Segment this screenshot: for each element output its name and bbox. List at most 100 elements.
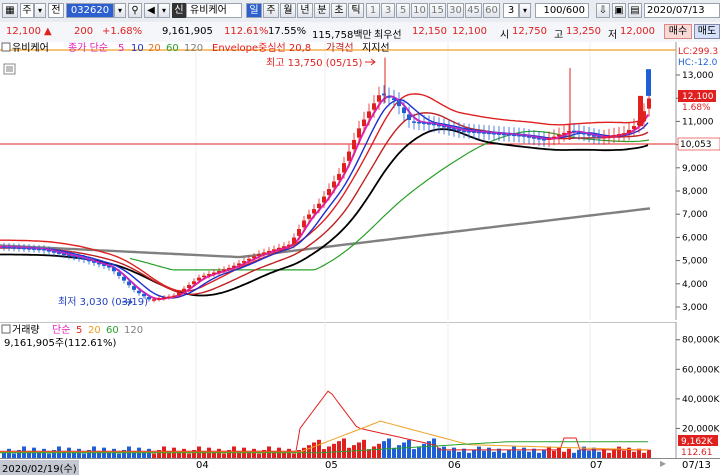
candle-body bbox=[432, 123, 436, 126]
code-dropdown-icon[interactable]: ▾ bbox=[114, 3, 126, 18]
interval-5-button[interactable]: 5 bbox=[396, 3, 410, 18]
period-tick-button[interactable]: 틱 bbox=[348, 3, 364, 18]
candle-body bbox=[597, 136, 601, 138]
candle-body bbox=[32, 248, 36, 250]
interval-60-button[interactable]: 60 bbox=[483, 3, 500, 18]
candle-body bbox=[7, 246, 11, 249]
interval-30-button[interactable]: 30 bbox=[447, 3, 464, 18]
candle-body bbox=[442, 126, 446, 128]
candle-body bbox=[572, 130, 576, 133]
candle-body bbox=[282, 246, 286, 248]
volume-legend-toggle-icon[interactable] bbox=[1, 324, 11, 334]
speaker-icon[interactable]: ◀ bbox=[144, 3, 158, 18]
candle-body bbox=[557, 134, 561, 137]
period-week-button[interactable]: 주 bbox=[263, 3, 279, 18]
interval-15-button[interactable]: 15 bbox=[429, 3, 446, 18]
volume-bar bbox=[182, 448, 186, 458]
period-day-button[interactable]: 일 bbox=[246, 3, 262, 18]
volume-bar bbox=[252, 448, 256, 458]
save-icon[interactable]: ▣ bbox=[612, 3, 626, 18]
candle-body bbox=[607, 135, 611, 138]
candle-body bbox=[372, 103, 376, 110]
candle-body bbox=[392, 98, 396, 101]
candle-body bbox=[412, 121, 416, 123]
legend-ma10: 10 bbox=[131, 43, 144, 54]
type-select[interactable]: 주 bbox=[20, 3, 34, 18]
scroll-end-icon[interactable]: ▸ bbox=[660, 456, 666, 470]
volume-bar bbox=[512, 446, 516, 458]
current-volume-text: 9,162K bbox=[681, 437, 714, 447]
volume-bar bbox=[547, 446, 551, 458]
sell-button[interactable]: 매도 bbox=[694, 24, 720, 39]
mode-select[interactable]: 전 bbox=[48, 3, 64, 18]
candle-body bbox=[627, 129, 631, 133]
price-tick-label: 9,000 bbox=[682, 164, 708, 174]
candle-body bbox=[387, 95, 391, 98]
end-date-label: 07/13 bbox=[682, 460, 711, 471]
count-input[interactable]: 100/600 bbox=[535, 3, 589, 18]
price-chart[interactable]: 유비케어 종가 단순 5 10 20 60 120 Envelope중심선 20… bbox=[0, 42, 720, 320]
stock-name: 유비케어 bbox=[186, 3, 242, 18]
toolbar: ▦ 주 ▾ 전 032620 ▾ ⚲ ◀ ▾ 신 유비케어 일 주 월 년 분 … bbox=[0, 0, 720, 23]
interval-dropdown-icon[interactable]: ▾ bbox=[519, 3, 531, 18]
candle-body bbox=[622, 133, 626, 135]
interval-3-button[interactable]: 3 bbox=[381, 3, 395, 18]
date-input[interactable]: 2020/07/13 bbox=[644, 3, 720, 18]
download-icon[interactable]: ⇩ bbox=[596, 3, 610, 18]
volume-bar bbox=[617, 446, 621, 458]
volume-pct: 112.61% bbox=[224, 26, 269, 37]
volume-legend-label: 거래량 bbox=[12, 324, 40, 336]
candle-body bbox=[602, 136, 606, 139]
speaker-dropdown-icon[interactable]: ▾ bbox=[158, 3, 170, 18]
volume-bar bbox=[567, 448, 571, 458]
low-annotation: 최저 3,030 (03/19) bbox=[58, 296, 148, 308]
candle-body bbox=[422, 122, 426, 125]
candle-body bbox=[312, 209, 316, 214]
type-dropdown-icon[interactable]: ▾ bbox=[34, 3, 46, 18]
candle-body bbox=[582, 133, 586, 135]
candle-body bbox=[492, 133, 496, 135]
interval-10-button[interactable]: 10 bbox=[411, 3, 428, 18]
period-second-button[interactable]: 초 bbox=[331, 3, 347, 18]
candle-body bbox=[92, 261, 96, 263]
candle-body bbox=[287, 244, 291, 247]
candle-body bbox=[407, 114, 411, 121]
volume-bar bbox=[542, 449, 546, 458]
volume-legend-ma-label: 단순 bbox=[52, 324, 70, 336]
volume-bar bbox=[472, 449, 476, 458]
current-pct-text: 1.68% bbox=[682, 103, 711, 113]
grid-icon[interactable]: ▦ bbox=[2, 3, 18, 18]
price-tick-label: 4,000 bbox=[682, 280, 708, 290]
candle-body bbox=[207, 274, 211, 276]
candle-body bbox=[632, 126, 636, 130]
period-minute-button[interactable]: 분 bbox=[314, 3, 330, 18]
interval-1-button[interactable]: 1 bbox=[366, 3, 380, 18]
volume-bar bbox=[217, 448, 221, 458]
candle-body bbox=[367, 111, 371, 118]
candle-body bbox=[82, 258, 86, 260]
chart-settings-icon[interactable]: ▤ bbox=[628, 3, 642, 18]
candle-body bbox=[137, 290, 141, 294]
volume-bar bbox=[482, 450, 486, 458]
period-month-button[interactable]: 월 bbox=[280, 3, 296, 18]
volume-chart[interactable]: 거래량 단순 5 20 60 120 9,161,905주(112.61%) 8… bbox=[0, 322, 720, 458]
legend-toggle-icon[interactable] bbox=[1, 42, 11, 52]
candle-body bbox=[222, 269, 226, 271]
buy-button[interactable]: 매수 bbox=[664, 24, 692, 39]
period-year-button[interactable]: 년 bbox=[297, 3, 313, 18]
candle-body bbox=[437, 124, 441, 127]
interval-45-button[interactable]: 45 bbox=[465, 3, 482, 18]
up-arrow-icon: ▲ bbox=[44, 26, 52, 37]
price-tick-label: 13,000 bbox=[682, 71, 714, 81]
candle-body bbox=[427, 123, 431, 125]
date-label-07: 07 bbox=[590, 460, 603, 471]
candle-body bbox=[197, 277, 201, 281]
volume-bar bbox=[477, 446, 481, 458]
search-icon[interactable]: ⚲ bbox=[128, 3, 142, 18]
credit-badge: 신 bbox=[172, 3, 186, 18]
candle-body bbox=[47, 250, 51, 252]
interval-input[interactable]: 3 bbox=[503, 3, 519, 18]
stock-code-input[interactable]: 032620 bbox=[66, 3, 114, 18]
candle-body bbox=[122, 276, 126, 281]
volume-tick-label: 40,000K bbox=[682, 395, 720, 405]
